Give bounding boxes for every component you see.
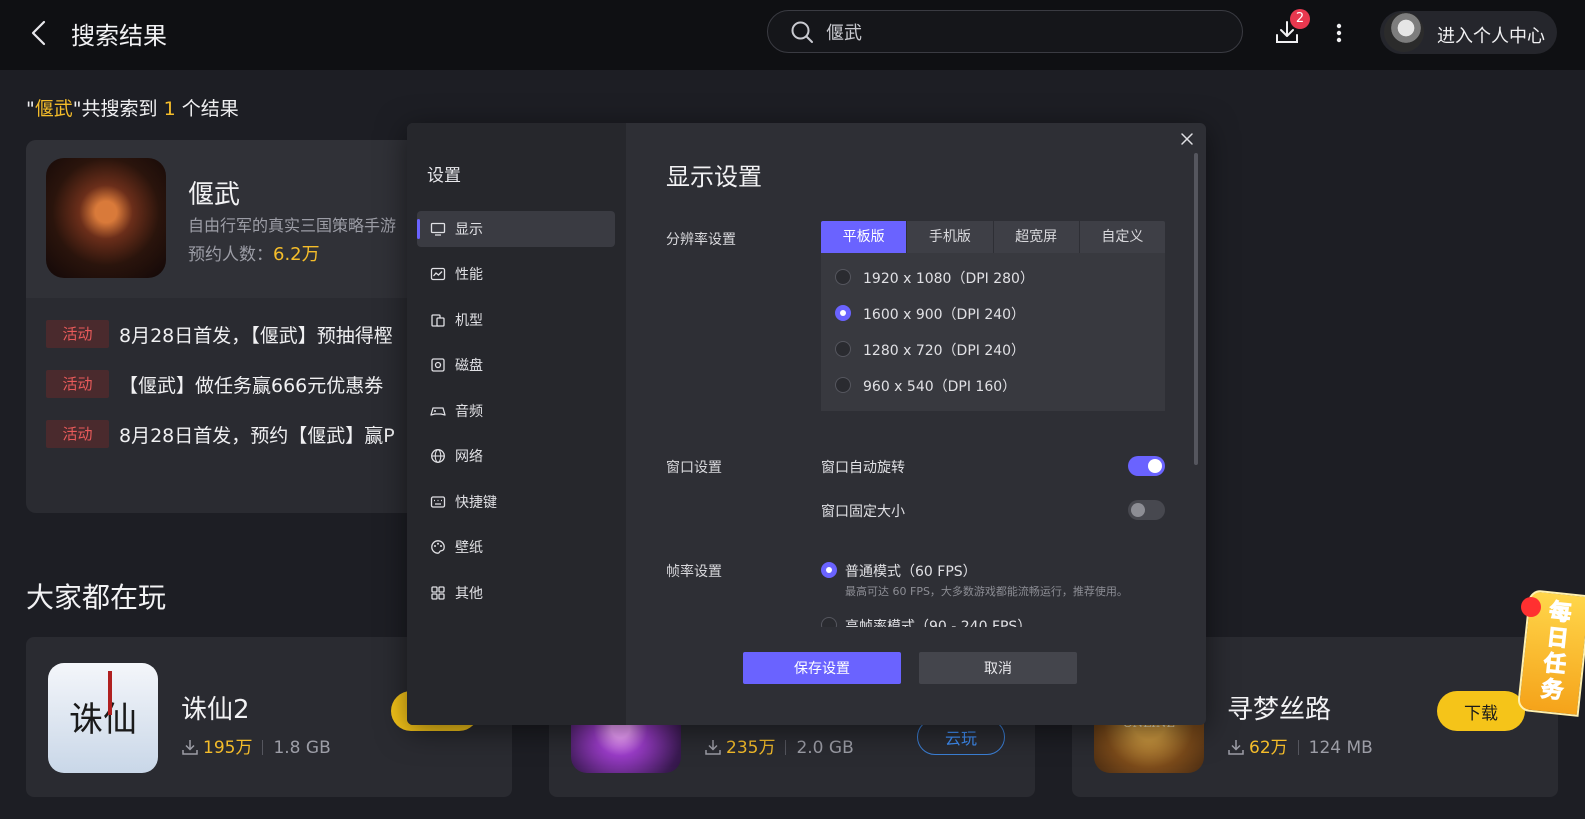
game-name[interactable]: 偃武 xyxy=(188,174,240,211)
fixed-size-toggle[interactable] xyxy=(1128,500,1165,520)
promo-tag: 活动 xyxy=(46,370,109,398)
resolution-options: 1920 x 1080（DPI 280） 1600 x 900（DPI 240）… xyxy=(821,253,1165,411)
page-title: 搜索结果 xyxy=(71,22,167,50)
palette-icon xyxy=(431,540,445,554)
radio-button-selected[interactable] xyxy=(835,305,851,321)
monitor-icon xyxy=(430,222,446,236)
tab-ultrawide[interactable]: 超宽屏 xyxy=(992,221,1079,253)
svg-text:诛仙: 诛仙 xyxy=(69,700,137,740)
game-meta: 235万 2.0 GB xyxy=(704,733,854,758)
window-settings-label: 窗口设置 xyxy=(666,460,722,476)
promo-item[interactable]: 活动 8月28日首发，【偃武】预抽得樫 xyxy=(46,320,393,348)
promo-text: 8月28日首发，预约【偃武】赢P xyxy=(119,424,395,447)
settings-sidebar: 设置 显示 性能 机型 磁盘 音频 网络 快捷键 壁纸 其他 xyxy=(407,123,626,725)
game-thumb-zhuxian2[interactable]: 诛仙 xyxy=(48,663,158,773)
download-count-icon xyxy=(182,740,198,755)
promo-text: 【偃武】做任务赢666元优惠券 xyxy=(119,374,384,397)
tab-phone[interactable]: 手机版 xyxy=(906,221,993,253)
settings-sidebar-title: 设置 xyxy=(427,166,461,186)
radio-button[interactable] xyxy=(821,617,837,627)
grid-icon xyxy=(431,586,445,600)
search-bar[interactable] xyxy=(767,10,1243,53)
user-center-button[interactable]: 进入个人中心 xyxy=(1380,11,1557,54)
settings-nav-audio[interactable]: 音频 xyxy=(417,393,615,429)
device-icon xyxy=(431,314,445,327)
scrollbar[interactable] xyxy=(1194,153,1198,465)
resolution-label: 分辨率设置 xyxy=(666,232,736,248)
game-meta: 62万 124 MB xyxy=(1227,733,1373,758)
tab-custom[interactable]: 自定义 xyxy=(1078,221,1165,253)
promo-tag: 活动 xyxy=(46,320,109,348)
notification-dot xyxy=(1521,597,1541,617)
settings-nav-display[interactable]: 显示 xyxy=(417,211,615,247)
radio-button[interactable] xyxy=(835,377,851,393)
back-arrow-icon[interactable] xyxy=(26,18,54,48)
search-keyword: 偃武 xyxy=(34,98,73,120)
search-input[interactable] xyxy=(826,17,1226,47)
daily-task-label: 每日任务 xyxy=(1539,599,1573,705)
result-summary: "偃武"共搜索到 1 个结果 xyxy=(26,98,239,120)
settings-title: 显示设置 xyxy=(666,163,762,191)
gamepad-icon xyxy=(430,407,446,416)
settings-nav-performance[interactable]: 性能 xyxy=(417,256,615,292)
radio-button-selected[interactable] xyxy=(821,562,837,578)
download-count-icon xyxy=(1228,740,1244,755)
download-count-icon xyxy=(705,740,721,755)
promo-tag: 活动 xyxy=(46,420,109,448)
fps-normal-description: 最高可达 60 FPS，大多数游戏都能流畅运行，推荐使用。 xyxy=(845,585,1128,598)
performance-icon xyxy=(430,267,446,281)
globe-icon xyxy=(431,449,445,463)
top-bar: 搜索结果 2 进入个人中心 xyxy=(0,0,1585,70)
settings-nav-other[interactable]: 其他 xyxy=(417,575,615,611)
disk-icon xyxy=(431,358,445,372)
settings-dialog: 设置 显示 性能 机型 磁盘 音频 网络 快捷键 壁纸 其他 显示设置 分辨率设… xyxy=(407,123,1206,725)
radio-button[interactable] xyxy=(835,341,851,357)
game-name[interactable]: 诛仙2 xyxy=(181,689,250,726)
section-title-popular: 大家都在玩 xyxy=(26,581,167,614)
auto-rotate-label: 窗口自动旋转 xyxy=(821,460,905,476)
settings-nav-network[interactable]: 网络 xyxy=(417,438,615,474)
user-center-label: 进入个人中心 xyxy=(1437,26,1545,47)
promo-text: 8月28日首发，【偃武】预抽得樫 xyxy=(119,324,393,347)
result-card-header: 偃武 自由行军的真实三国策略手游 预约人数：6.2万 xyxy=(26,140,426,298)
more-options-icon[interactable] xyxy=(1328,18,1350,48)
radio-button[interactable] xyxy=(835,269,851,285)
fixed-size-label: 窗口固定大小 xyxy=(821,504,905,520)
cancel-button[interactable]: 取消 xyxy=(919,652,1077,684)
avatar xyxy=(1384,12,1424,52)
booking-count: 预约人数：6.2万 xyxy=(188,244,320,265)
game-name[interactable]: 寻梦丝路 xyxy=(1227,689,1331,726)
keyboard-icon xyxy=(430,496,446,508)
close-icon[interactable] xyxy=(1179,131,1195,147)
game-icon-yanwu[interactable] xyxy=(46,158,166,278)
promo-item[interactable]: 活动 【偃武】做任务赢666元优惠券 xyxy=(46,370,383,398)
settings-nav-hotkeys[interactable]: 快捷键 xyxy=(417,484,615,520)
auto-rotate-toggle[interactable] xyxy=(1128,456,1165,476)
search-result-card[interactable]: 偃武 自由行军的真实三国策略手游 预约人数：6.2万 活动 8月28日首发，【偃武… xyxy=(26,140,426,513)
settings-nav-wallpaper[interactable]: 壁纸 xyxy=(417,529,615,565)
tab-tablet[interactable]: 平板版 xyxy=(821,221,907,253)
download-count-badge: 2 xyxy=(1290,9,1310,29)
save-settings-button[interactable]: 保存设置 xyxy=(743,652,901,684)
search-icon xyxy=(791,21,813,43)
download-button[interactable]: 下载 xyxy=(1437,691,1525,731)
resolution-tabs: 平板版 手机版 超宽屏 自定义 xyxy=(821,221,1165,253)
fps-high-option[interactable]: 高帧率模式（90 - 240 FPS） xyxy=(821,617,1121,627)
settings-nav-device[interactable]: 机型 xyxy=(417,302,615,338)
promo-item[interactable]: 活动 8月28日首发，预约【偃武】赢P xyxy=(46,420,395,448)
game-description: 自由行军的真实三国策略手游 xyxy=(188,216,397,235)
game-meta: 195万 1.8 GB xyxy=(181,733,331,758)
fps-settings-label: 帧率设置 xyxy=(666,564,722,580)
settings-nav-disk[interactable]: 磁盘 xyxy=(417,347,615,383)
result-count: 1 xyxy=(163,98,176,120)
